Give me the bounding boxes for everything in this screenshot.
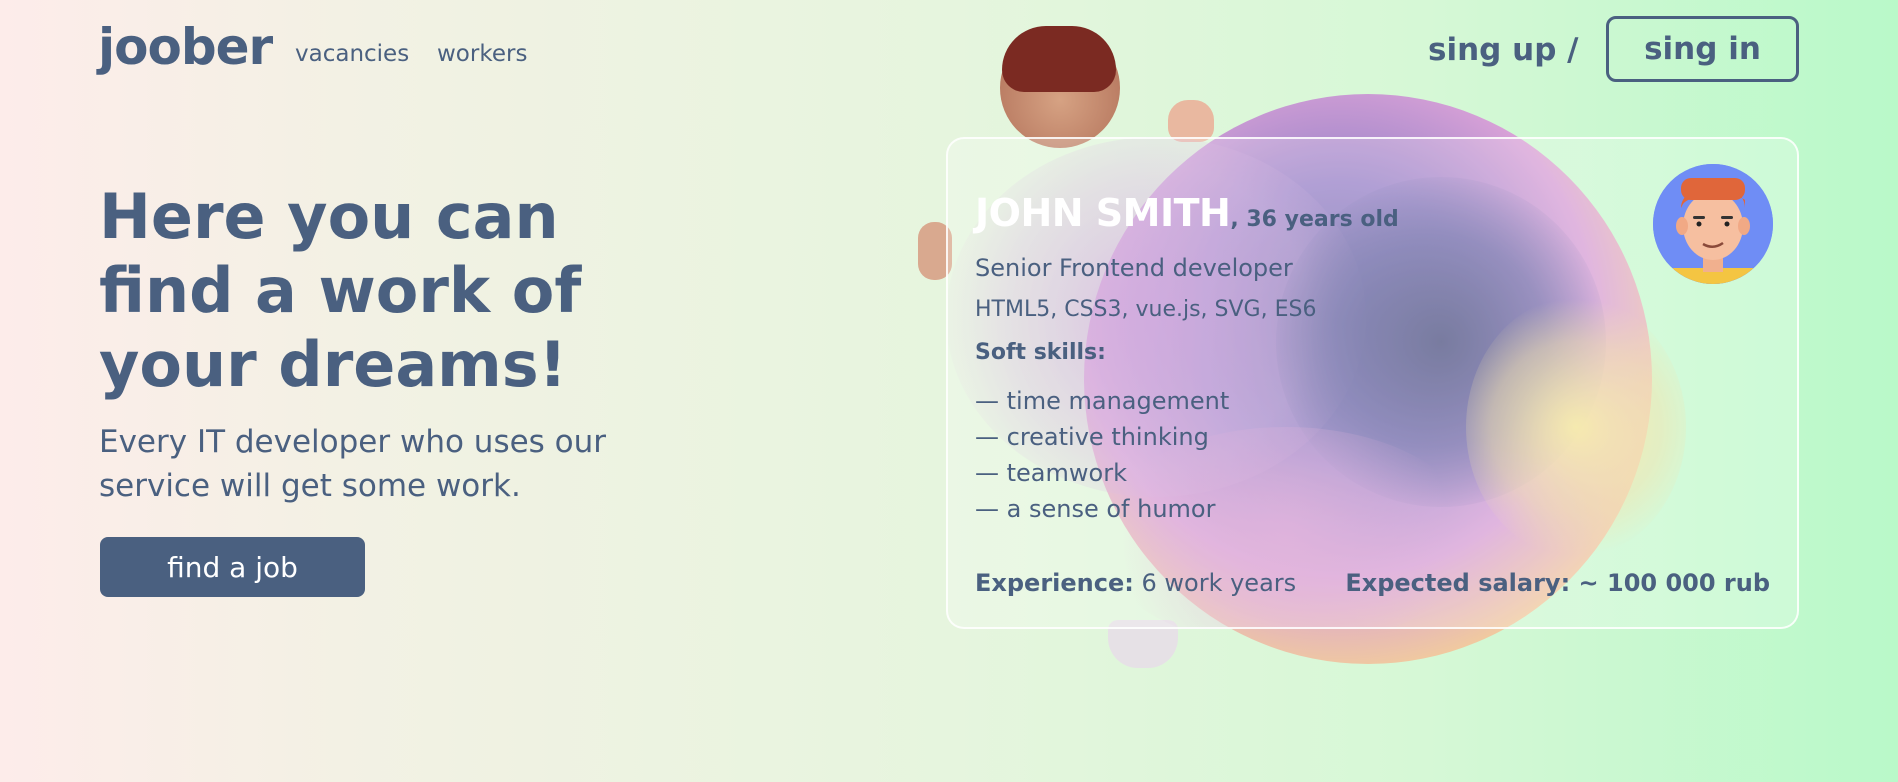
experience-value: 6 work years [1133,569,1297,597]
candidate-card[interactable]: JOHN SMITH, 36 years old Senior Frontend… [946,137,1799,629]
soft-skill-item: — teamwork [975,459,1127,487]
soft-skills-list: — time management — creative thinking — … [975,383,1229,527]
hero-title: Here you can find a work of your dreams! [99,180,582,401]
experience: Experience: 6 work years [975,569,1296,597]
soft-skill-item: — time management [975,387,1230,415]
expected-salary: Expected salary: ~ 100 000 rub [1345,569,1770,597]
character-hair-illustration [1002,26,1116,92]
nav-workers[interactable]: workers [437,41,527,67]
logo[interactable]: joober [98,18,273,76]
soft-skills-title: Soft skills: [975,340,1106,365]
candidate-age: , 36 years old [1230,207,1399,232]
candidate-tech-stack: HTML5, CSS3, vue.js, SVG, ES6 [975,297,1317,322]
sign-in-button[interactable]: sing in [1606,16,1799,82]
hero-subtitle: Every IT developer who uses our service … [99,424,607,504]
find-job-button[interactable]: find a job [100,537,365,597]
nav-vacancies[interactable]: vacancies [295,41,409,67]
candidate-name-line: JOHN SMITH, 36 years old [975,191,1399,235]
candidate-role: Senior Frontend developer [975,254,1293,282]
experience-label: Experience: [975,569,1134,597]
soft-skill-item: — a sense of humor [975,495,1216,523]
sign-up-link[interactable]: sing up / [1428,32,1579,68]
avatar-face-icon [1653,164,1773,284]
character-hand-illustration [1168,100,1214,142]
candidate-name: JOHN SMITH [975,191,1231,235]
soft-skill-item: — creative thinking [975,423,1209,451]
avatar [1653,164,1773,284]
